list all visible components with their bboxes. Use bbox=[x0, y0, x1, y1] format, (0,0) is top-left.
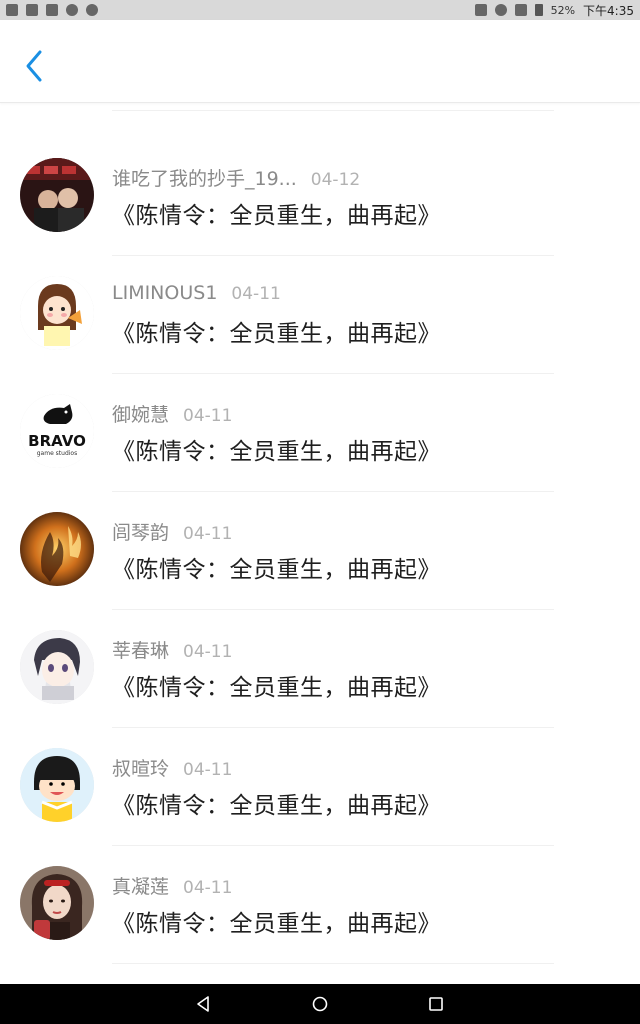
battery-icon bbox=[534, 4, 543, 16]
comment-text[interactable]: 《陈情令：全员重生，曲再起》 bbox=[112, 786, 441, 820]
status-left-icons bbox=[6, 4, 98, 16]
nav-home-button[interactable] bbox=[310, 994, 330, 1014]
clock: 下午4:35 bbox=[583, 3, 634, 18]
comment-text[interactable]: 《陈情令：全员重生，曲再起》 bbox=[112, 314, 441, 348]
back-button[interactable] bbox=[20, 48, 48, 84]
list-item[interactable]: 真凝莲 04-11 《陈情令：全员重生，曲再起》 bbox=[0, 846, 640, 964]
battery-level: 52% bbox=[550, 3, 576, 17]
comment-text[interactable]: 《陈情令：全员重生，曲再起》 bbox=[112, 550, 441, 584]
comment-meta: 真凝莲 04-11 bbox=[112, 872, 232, 898]
app-icon bbox=[26, 4, 38, 16]
comment-text[interactable]: 《陈情令：全员重生，曲再起》 bbox=[112, 668, 441, 702]
avatar-bravo-logo: BRAVO game studios bbox=[20, 394, 94, 468]
bravo-logo-subtext: game studios bbox=[37, 450, 77, 457]
divider bbox=[112, 110, 554, 111]
comment-text[interactable]: 《陈情令：全员重生，曲再起》 bbox=[112, 432, 441, 466]
image-icon bbox=[46, 4, 58, 16]
avatar[interactable] bbox=[20, 748, 94, 822]
comment-meta: 谁吃了我的抄手_19... 04-12 bbox=[112, 164, 360, 190]
chevron-left-icon bbox=[26, 50, 42, 82]
header-bar bbox=[0, 20, 640, 103]
comment-meta: 叔暄玲 04-11 bbox=[112, 754, 232, 780]
comment-date: 04-11 bbox=[183, 878, 233, 898]
comment-date: 04-11 bbox=[183, 760, 233, 780]
wechat-icon bbox=[6, 4, 18, 16]
avatar-cartoon-girl bbox=[20, 276, 94, 350]
bravo-logo-text: BRAVO bbox=[28, 432, 86, 450]
nav-back-button[interactable] bbox=[194, 994, 214, 1014]
nav-recents-button[interactable] bbox=[426, 994, 446, 1014]
alarm-icon bbox=[494, 4, 507, 16]
circle-icon bbox=[66, 4, 78, 16]
app-screen: 52% 下午4:35 谁吃了我的抄手_19... 04-12 《陈情令：全员重生… bbox=[0, 0, 640, 1024]
list-item[interactable]: 莘春琳 04-11 《陈情令：全员重生，曲再起》 bbox=[0, 610, 640, 728]
list-item[interactable]: 谁吃了我的抄手_19... 04-12 《陈情令：全员重生，曲再起》 bbox=[0, 138, 640, 256]
comment-text[interactable]: 《陈情令：全员重生，曲再起》 bbox=[112, 904, 441, 938]
avatar-chibi-girl bbox=[20, 748, 94, 822]
avatar-photo-couple bbox=[20, 158, 94, 232]
wifi-icon bbox=[514, 4, 527, 16]
list-item[interactable]: 叔暄玲 04-11 《陈情令：全员重生，曲再起》 bbox=[0, 728, 640, 846]
avatar[interactable] bbox=[20, 512, 94, 586]
list-item-partial bbox=[0, 102, 640, 114]
list-item[interactable]: BRAVO game studios 御婉慧 04-11 《陈情令：全员重生，曲… bbox=[0, 374, 640, 492]
system-nav-bar bbox=[0, 984, 640, 1024]
comment-meta: 莘春琳 04-11 bbox=[112, 636, 232, 662]
username[interactable]: 叔暄玲 bbox=[112, 754, 169, 781]
status-right-icons: 52% 下午4:35 bbox=[474, 2, 634, 19]
comment-meta: 御婉慧 04-11 bbox=[112, 400, 232, 426]
list-item[interactable]: LIMINOUS1 04-11 《陈情令：全员重生，曲再起》 bbox=[0, 256, 640, 374]
comment-date: 04-11 bbox=[231, 284, 281, 304]
avatar-anime-boy bbox=[20, 630, 94, 704]
comment-date: 04-11 bbox=[183, 406, 233, 426]
avatar[interactable] bbox=[20, 630, 94, 704]
home-circle-icon bbox=[312, 996, 328, 1012]
avatar-portrait-girl bbox=[20, 866, 94, 940]
username[interactable]: LIMINOUS1 bbox=[112, 282, 217, 304]
comment-date: 04-12 bbox=[310, 170, 361, 190]
list-item[interactable]: 闾琴韵 04-11 《陈情令：全员重生，曲再起》 bbox=[0, 492, 640, 610]
comment-text[interactable]: 《陈情令：全员重生，曲再起》 bbox=[112, 196, 441, 230]
avatar[interactable]: BRAVO game studios bbox=[20, 394, 94, 468]
avatar[interactable] bbox=[20, 276, 94, 350]
comment-list: 谁吃了我的抄手_19... 04-12 《陈情令：全员重生，曲再起》 LIMIN… bbox=[0, 138, 640, 964]
comment-meta: 闾琴韵 04-11 bbox=[112, 518, 232, 544]
comment-date: 04-11 bbox=[183, 524, 233, 544]
comment-list-container[interactable]: 谁吃了我的抄手_19... 04-12 《陈情令：全员重生，曲再起》 LIMIN… bbox=[0, 102, 640, 984]
status-bar: 52% 下午4:35 bbox=[0, 0, 640, 20]
vibrate-icon bbox=[474, 4, 487, 16]
back-triangle-icon bbox=[197, 996, 209, 1012]
avatar-fire-photo bbox=[20, 512, 94, 586]
username[interactable]: 谁吃了我的抄手_19... bbox=[112, 164, 297, 191]
comment-date: 04-11 bbox=[183, 642, 233, 662]
avatar[interactable] bbox=[20, 158, 94, 232]
username[interactable]: 御婉慧 bbox=[112, 400, 169, 427]
weibo-icon bbox=[86, 4, 98, 16]
avatar[interactable] bbox=[20, 866, 94, 940]
comment-meta: LIMINOUS1 04-11 bbox=[112, 282, 281, 308]
username[interactable]: 真凝莲 bbox=[112, 872, 169, 899]
username[interactable]: 莘春琳 bbox=[112, 636, 169, 663]
recents-square-icon bbox=[429, 997, 443, 1011]
username[interactable]: 闾琴韵 bbox=[112, 518, 169, 545]
divider bbox=[112, 963, 554, 964]
